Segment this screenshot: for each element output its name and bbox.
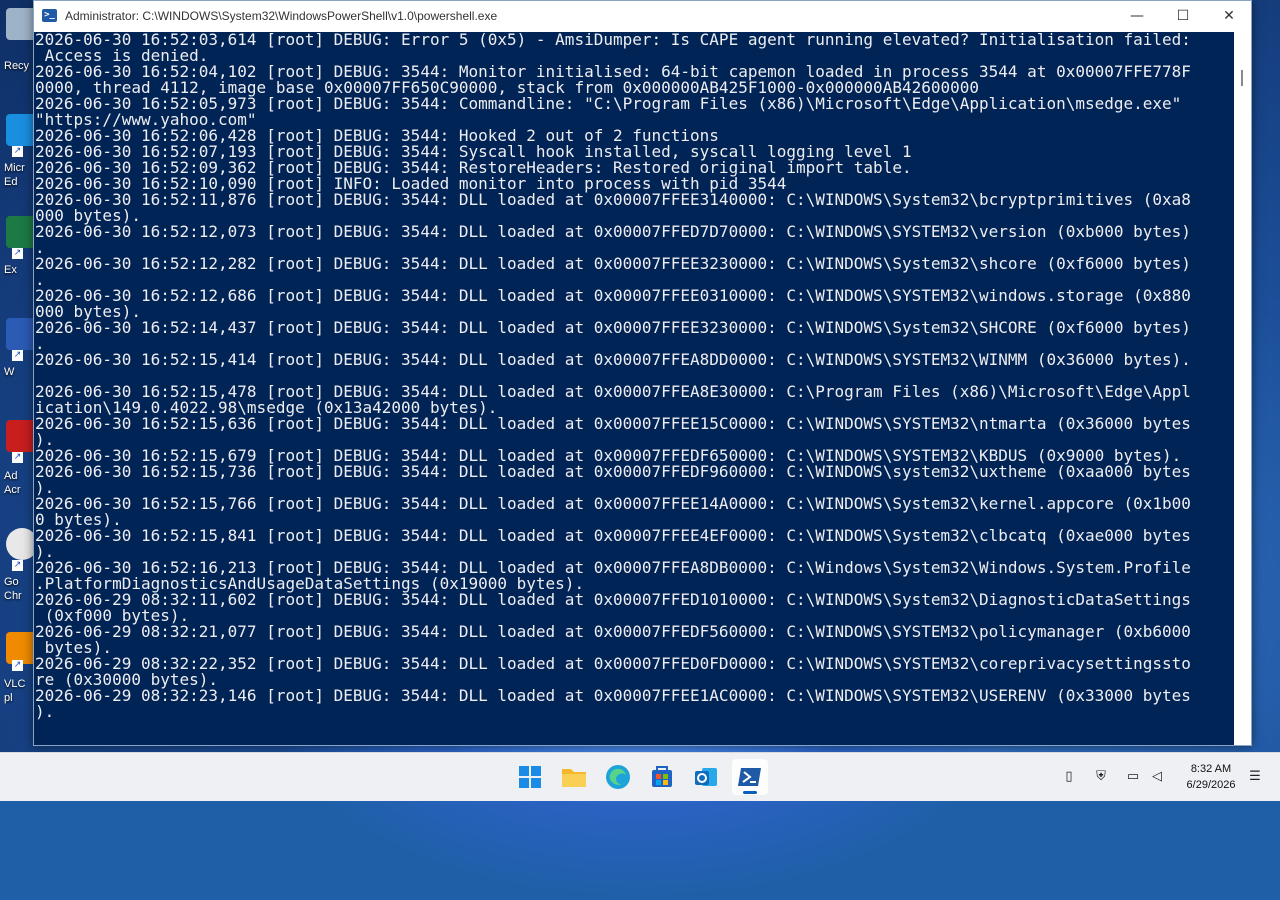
shortcut-arrow-icon: ↗ (12, 560, 23, 571)
console-text: 2026-06-30 16:52:03,614 [root] DEBUG: Er… (34, 32, 1234, 720)
store-icon (652, 766, 672, 787)
edge-icon (606, 765, 630, 789)
console-line: 2026-06-30 16:52:14,437 [root] DEBUG: 35… (35, 318, 1191, 337)
system-clock[interactable]: 8:32 AM 6/29/2026 (1176, 761, 1246, 793)
clock-time: 8:32 AM (1190, 763, 1232, 775)
powershell-icon: >_ (42, 9, 57, 22)
console-line: 2026-06-29 08:32:21,077 [root] DEBUG: 35… (35, 622, 1191, 641)
outlook-button[interactable] (688, 759, 724, 795)
console-line: 2026-06-30 16:52:15,736 [root] DEBUG: 35… (35, 462, 1191, 481)
active-app-indicator (743, 791, 757, 794)
windows-logo-icon (519, 766, 541, 788)
close-button[interactable]: ✕ (1206, 1, 1252, 32)
store-button[interactable] (644, 759, 680, 795)
minimize-button[interactable]: — (1114, 1, 1160, 32)
maximize-button[interactable]: ☐ (1160, 1, 1206, 32)
shortcut-arrow-icon: ↗ (12, 452, 23, 463)
console-line: 2026-06-30 16:52:15,766 [root] DEBUG: 35… (35, 494, 1191, 513)
console-output[interactable]: 2026-06-30 16:52:03,614 [root] DEBUG: Er… (34, 32, 1234, 745)
console-line: 2026-06-30 16:52:12,073 [root] DEBUG: 35… (35, 222, 1191, 241)
notification-icon[interactable]: ☰ (1248, 770, 1262, 784)
console-line: 2026-06-29 08:32:11,602 [root] DEBUG: 35… (35, 590, 1191, 609)
console-line: 2026-06-30 16:52:11,876 [root] DEBUG: 35… (35, 190, 1191, 209)
console-line: 2026-06-30 16:52:03,614 [root] DEBUG: Er… (35, 32, 1191, 49)
console-line: 2026-06-30 16:52:15,636 [root] DEBUG: 35… (35, 414, 1191, 433)
shortcut-arrow-icon: ↗ (12, 146, 23, 157)
console-line: 2026-06-30 16:52:12,282 [root] DEBUG: 35… (35, 254, 1191, 273)
taskbar: ▯ ⛨ ▭ ◁ 8:32 AM 6/29/2026 ☰ (0, 752, 1280, 801)
window-title: Administrator: C:\WINDOWS\System32\Windo… (65, 9, 498, 23)
powershell-taskbar-icon (738, 768, 761, 786)
console-line: ). (35, 702, 55, 721)
volume-icon[interactable]: ◁ (1150, 770, 1164, 784)
console-line: 2026-06-30 16:52:12,686 [root] DEBUG: 35… (35, 286, 1191, 305)
title-bar[interactable]: >_ Administrator: C:\WINDOWS\System32\Wi… (34, 1, 1251, 32)
edge-button[interactable] (600, 759, 636, 795)
powershell-taskbar-button[interactable] (732, 759, 768, 795)
shortcut-arrow-icon: ↗ (12, 660, 23, 671)
console-line: 2026-06-30 16:52:15,841 [root] DEBUG: 35… (35, 526, 1191, 545)
scrollbar-thumb[interactable] (1241, 70, 1243, 86)
network-icon[interactable]: ▭ (1126, 770, 1140, 784)
powershell-window: >_ Administrator: C:\WINDOWS\System32\Wi… (33, 0, 1252, 746)
vertical-scrollbar[interactable] (1234, 32, 1251, 745)
usb-icon[interactable]: ▯ (1062, 770, 1076, 784)
folder-icon (562, 769, 586, 787)
start-button[interactable] (512, 759, 548, 795)
clock-date: 6/29/2026 (1186, 779, 1236, 791)
file-explorer-button[interactable] (556, 759, 592, 795)
outlook-icon (695, 768, 717, 786)
console-line: 2026-06-29 08:32:23,146 [root] DEBUG: 35… (35, 686, 1191, 705)
console-line: 2026-06-30 16:52:15,414 [root] DEBUG: 35… (35, 350, 1191, 369)
security-icon[interactable]: ⛨ (1094, 770, 1108, 784)
shortcut-arrow-icon: ↗ (12, 248, 23, 259)
shortcut-arrow-icon: ↗ (12, 350, 23, 361)
